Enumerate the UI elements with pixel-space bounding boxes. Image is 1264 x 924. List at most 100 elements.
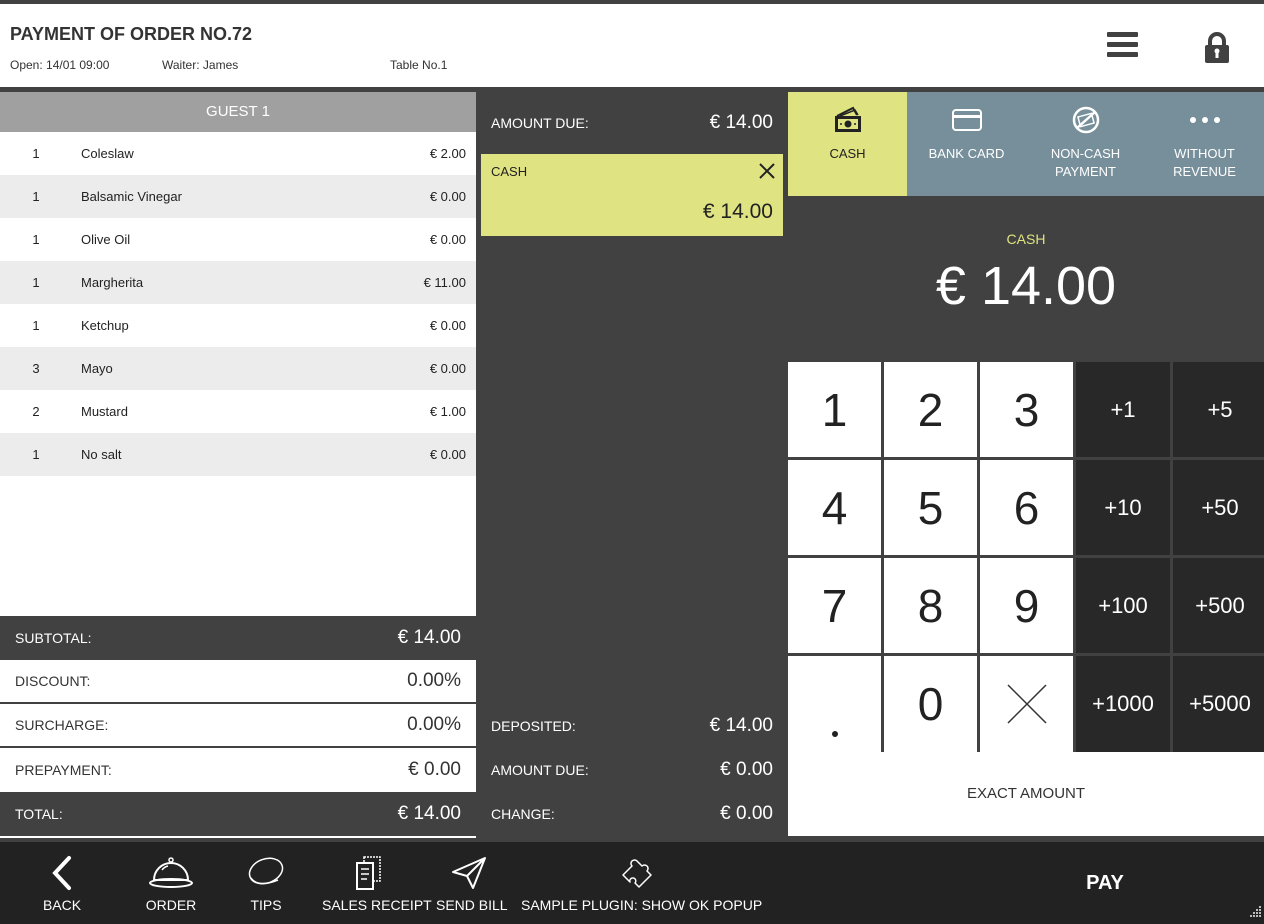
resize-grip-icon[interactable] [1250, 904, 1262, 922]
subtotal-value: € 14.00 [397, 627, 461, 648]
item-name: Coleslaw [81, 146, 134, 161]
prepayment-row[interactable]: PREPAYMENT: € 0.00 [0, 748, 476, 792]
amount-due-label: AMOUNT DUE: [491, 115, 589, 131]
cloche-icon [149, 857, 193, 888]
amount-due-value: € 14.00 [709, 112, 773, 133]
deposited-label: DEPOSITED: [491, 718, 576, 734]
item-price: € 2.00 [429, 146, 466, 161]
surcharge-label: SURCHARGE: [15, 717, 109, 733]
item-price: € 0.00 [429, 232, 466, 247]
deposited-row: DEPOSITED: € 14.00 [491, 715, 773, 737]
sample-plugin-button[interactable]: SAMPLE PLUGIN: SHOW OK POPUP [521, 842, 763, 924]
method-bank-card[interactable]: BANK CARD [907, 92, 1026, 196]
send-bill-button[interactable]: SEND BILL [436, 842, 508, 924]
order-item-row[interactable]: 1 Coleslaw € 2.00 [0, 132, 476, 175]
key-digit[interactable]: 1 [788, 362, 881, 457]
deposited-value: € 14.00 [709, 715, 773, 736]
pay-button[interactable]: PAY [1050, 842, 1160, 924]
item-quantity: 1 [32, 232, 40, 247]
surcharge-row[interactable]: SURCHARGE: 0.00% [0, 704, 476, 748]
key-quick-add[interactable]: +1000 [1076, 656, 1170, 752]
key-clear[interactable] [980, 656, 1073, 752]
order-item-row[interactable]: 2 Mustard € 1.00 [0, 390, 476, 433]
item-price: € 1.00 [429, 404, 466, 419]
key-quick-add[interactable]: +5 [1173, 362, 1264, 457]
order-item-row[interactable]: 1 Balsamic Vinegar € 0.00 [0, 175, 476, 218]
remaining-due-value: € 0.00 [720, 759, 773, 780]
open-time: Open: 14/01 09:00 [10, 58, 110, 72]
toolbar-label: SAMPLE PLUGIN: SHOW OK POPUP [521, 897, 763, 913]
guest-header[interactable]: GUEST 1 [0, 92, 476, 132]
bottom-toolbar: BACK ORDER TIPS SALES RECEIPT SEND BILL … [0, 842, 1264, 924]
surcharge-value: 0.00% [407, 714, 461, 735]
tips-button[interactable]: TIPS [236, 842, 296, 924]
method-without-revenue[interactable]: WITHOUT REVENUE [1145, 92, 1264, 196]
prepayment-value: € 0.00 [408, 759, 461, 780]
key-decimal[interactable] [788, 656, 881, 752]
decimal-dot-icon [831, 731, 838, 737]
remaining-due-row: AMOUNT DUE: € 0.00 [491, 759, 773, 781]
totals-section: SUBTOTAL: € 14.00 DISCOUNT: 0.00% SURCHA… [0, 616, 476, 836]
key-digit[interactable]: 2 [884, 362, 977, 457]
display-method-label: CASH [1006, 231, 1046, 247]
item-price: € 0.00 [429, 189, 466, 204]
item-quantity: 2 [32, 404, 40, 419]
item-name: Mayo [81, 361, 113, 376]
discount-row[interactable]: DISCOUNT: 0.00% [0, 660, 476, 704]
key-digit[interactable]: 3 [980, 362, 1073, 457]
lock-icon[interactable] [1204, 32, 1230, 69]
method-label: WITHOUT REVENUE [1173, 146, 1236, 179]
key-quick-add[interactable]: +100 [1076, 558, 1170, 653]
remaining-due-label: AMOUNT DUE: [491, 762, 589, 778]
method-non-cash[interactable]: NON-CASH PAYMENT [1026, 92, 1145, 196]
item-quantity: 1 [32, 146, 40, 161]
change-row: CHANGE: € 0.00 [491, 803, 773, 825]
payments-panel: AMOUNT DUE: € 14.00 CASH € 14.00 DEPOSIT… [476, 92, 788, 838]
discount-label: DISCOUNT: [15, 673, 91, 689]
method-cash[interactable]: CASH [788, 92, 907, 196]
waiter-name: Waiter: James [162, 58, 239, 72]
order-item-row[interactable]: 1 Margherita € 11.00 [0, 261, 476, 304]
key-digit[interactable]: 4 [788, 460, 881, 555]
change-value: € 0.00 [720, 803, 773, 824]
toolbar-label: SALES RECEIPT [322, 897, 432, 913]
key-digit[interactable]: 0 [884, 656, 977, 752]
payment-entry-cash[interactable]: CASH € 14.00 [481, 154, 783, 236]
key-digit[interactable]: 6 [980, 460, 1073, 555]
sales-receipt-button[interactable]: SALES RECEIPT [322, 842, 432, 924]
paper-plane-icon [452, 857, 486, 889]
close-icon[interactable] [758, 162, 776, 185]
payment-entry-amount: € 14.00 [702, 200, 773, 223]
hamburger-menu-icon[interactable] [1107, 29, 1139, 66]
total-label: TOTAL: [15, 806, 63, 822]
key-quick-add[interactable]: +1 [1076, 362, 1170, 457]
key-quick-add[interactable]: +10 [1076, 460, 1170, 555]
order-item-row[interactable]: 3 Mayo € 0.00 [0, 347, 476, 390]
item-quantity: 1 [32, 318, 40, 333]
header: PAYMENT OF ORDER NO.72 Open: 14/01 09:00… [0, 4, 1264, 87]
item-quantity: 3 [32, 361, 40, 376]
prepayment-label: PREPAYMENT: [15, 762, 112, 778]
order-item-row[interactable]: 1 Olive Oil € 0.00 [0, 218, 476, 261]
key-digit[interactable]: 5 [884, 460, 977, 555]
toolbar-label: BACK [42, 897, 82, 913]
order-item-row[interactable]: 1 Ketchup € 0.00 [0, 304, 476, 347]
back-button[interactable]: BACK [32, 842, 92, 924]
key-digit[interactable]: 9 [980, 558, 1073, 653]
exact-amount-button[interactable]: EXACT AMOUNT [788, 752, 1264, 836]
item-price: € 0.00 [429, 447, 466, 462]
order-button[interactable]: ORDER [141, 842, 201, 924]
amount-display: CASH € 14.00 [788, 196, 1264, 362]
method-label: BANK CARD [928, 146, 1005, 161]
key-quick-add[interactable]: +500 [1173, 558, 1264, 653]
item-name: Ketchup [81, 318, 129, 333]
item-quantity: 1 [32, 189, 40, 204]
item-quantity: 1 [32, 447, 40, 462]
table-number: Table No.1 [390, 58, 448, 72]
non-cash-icon [1072, 106, 1099, 134]
key-digit[interactable]: 8 [884, 558, 977, 653]
key-quick-add[interactable]: +5000 [1173, 656, 1264, 752]
key-digit[interactable]: 7 [788, 558, 881, 653]
order-item-row[interactable]: 1 No salt € 0.00 [0, 433, 476, 476]
key-quick-add[interactable]: +50 [1173, 460, 1264, 555]
